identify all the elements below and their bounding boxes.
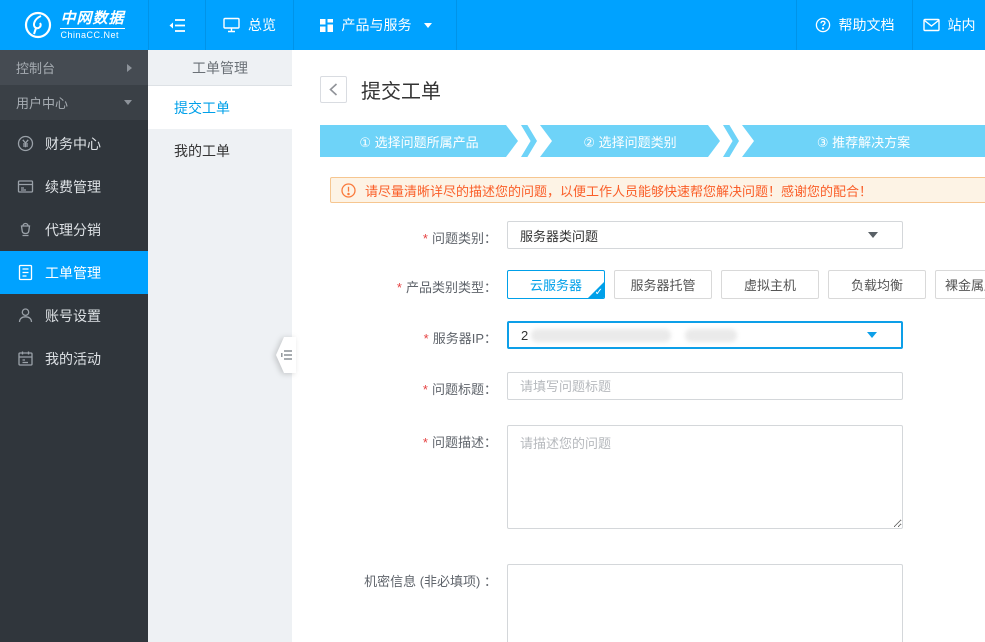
- logo-title: 中网数据: [60, 9, 125, 29]
- topbar: 中网数据 ChinaCC.Net 总览 产品与服务 帮助文档 站内: [0, 0, 985, 50]
- required-mark: *: [422, 435, 428, 450]
- category-select-value: 服务器类问题: [520, 228, 599, 244]
- sidebar-item-label: 续费管理: [45, 178, 101, 195]
- submenu-panel: 工单管理 提交工单 我的工单: [148, 50, 296, 642]
- logo-icon: [23, 10, 53, 40]
- nav-overview[interactable]: 总览: [206, 0, 294, 50]
- sidebar-group-user-center-label: 用户中心: [16, 96, 69, 111]
- collapse-handle-icon: [280, 350, 292, 360]
- warning-circle-icon: [341, 182, 356, 198]
- step-3: ③ 推荐解决方案: [742, 125, 985, 157]
- nav-overview-label: 总览: [248, 17, 276, 33]
- sidebar-item-account[interactable]: 账号设置: [0, 294, 148, 337]
- ticket-form: * 问题类别： 服务器类问题 * 产品类别类型： 云服务器 ✓ 服务器托管 虚拟…: [320, 221, 985, 642]
- nav-products[interactable]: 产品与服务: [294, 0, 457, 50]
- chevron-down-icon: [423, 22, 432, 28]
- server-ip-value: 2: [521, 327, 529, 343]
- menu-fold-icon: [169, 18, 186, 33]
- issue-description-label: * 问题描述：: [422, 435, 497, 450]
- menu-fold-button[interactable]: [149, 0, 206, 50]
- sidebar-item-label: 工单管理: [45, 264, 101, 281]
- sidebar-item-label: 账号设置: [45, 307, 101, 324]
- nav-products-label: 产品与服务: [341, 17, 412, 33]
- notice-text: 请尽量清晰详尽的描述您的问题，以便工作人员能够快速帮您解决问题！感谢您的配合！: [365, 183, 873, 199]
- logo[interactable]: 中网数据 ChinaCC.Net: [0, 0, 149, 50]
- sidebar-item-workorder[interactable]: 工单管理: [0, 251, 148, 294]
- finance-icon: [17, 135, 34, 152]
- nav-help-docs[interactable]: 帮助文档: [797, 0, 913, 50]
- calendar-icon: [17, 350, 34, 367]
- work-order-icon: [17, 264, 34, 281]
- notice-banner: 请尽量清晰详尽的描述您的问题，以便工作人员能够快速帮您解决问题！感谢您的配合！: [330, 177, 985, 203]
- product-type-virtual-host[interactable]: 虚拟主机: [721, 270, 819, 299]
- required-mark: *: [423, 331, 429, 346]
- product-type-server-hosting[interactable]: 服务器托管: [614, 270, 712, 299]
- step-arrow-icon: [521, 125, 537, 157]
- censored-blur: [685, 328, 738, 342]
- sidebar-item-label: 我的活动: [45, 350, 101, 367]
- nav-mail-label: 站内: [947, 17, 976, 33]
- billing-card-icon: [17, 178, 34, 195]
- agent-cup-icon: [17, 221, 34, 238]
- issue-title-label: * 问题标题：: [422, 382, 497, 397]
- main-content: 提交工单 ① 选择问题所属产品 ② 选择问题类别 ③ 推荐解决方案 请尽量清晰详…: [292, 50, 985, 642]
- product-type-cloud-server[interactable]: 云服务器 ✓: [507, 270, 605, 299]
- sidebar-item-agent[interactable]: 代理分销: [0, 208, 148, 251]
- issue-title-input[interactable]: [507, 372, 903, 400]
- steps-bar: ① 选择问题所属产品 ② 选择问题类别 ③ 推荐解决方案: [320, 125, 985, 157]
- submenu-header: 工单管理: [148, 50, 292, 86]
- step-1: ① 选择问题所属产品: [320, 125, 518, 157]
- required-mark: *: [422, 382, 428, 397]
- sidebar-item-activity[interactable]: 我的活动: [0, 337, 148, 380]
- required-mark: *: [422, 231, 428, 246]
- grid-icon: [319, 18, 334, 33]
- question-circle-icon: [815, 17, 831, 33]
- back-button[interactable]: [320, 75, 347, 103]
- category-select[interactable]: 服务器类问题: [507, 221, 903, 249]
- chevron-down-icon: [867, 332, 877, 338]
- chevron-right-icon: [127, 63, 132, 72]
- page-title: 提交工单: [361, 80, 441, 103]
- step-arrow-icon: [723, 125, 739, 157]
- check-icon: ✓: [594, 287, 603, 298]
- step-2: ② 选择问题类别: [540, 125, 720, 157]
- nav-site-mail[interactable]: 站内: [913, 0, 985, 50]
- issue-description-textarea[interactable]: [507, 425, 903, 529]
- sidebar-item-label: 财务中心: [45, 135, 101, 152]
- sidebar-group-user-center[interactable]: 用户中心: [0, 85, 148, 120]
- user-icon: [17, 307, 34, 324]
- envelope-icon: [922, 18, 940, 32]
- sidebar-group-console-label: 控制台: [16, 61, 56, 76]
- product-type-group: 云服务器 ✓ 服务器托管 虚拟主机 负载均衡 裸金属服务器: [507, 270, 985, 299]
- product-type-label: * 产品类别类型：: [396, 280, 497, 295]
- product-type-bare-metal[interactable]: 裸金属服务器: [935, 270, 985, 299]
- product-type-load-balancer[interactable]: 负载均衡: [828, 270, 926, 299]
- server-ip-select[interactable]: 2: [507, 321, 903, 349]
- submenu-item-submit-ticket[interactable]: 提交工单: [148, 86, 292, 129]
- sidebar-item-finance[interactable]: 财务中心: [0, 122, 148, 165]
- sidebar-item-renewal[interactable]: 续费管理: [0, 165, 148, 208]
- category-label: * 问题类别：: [422, 231, 497, 246]
- secret-info-label: 机密信息 (非必填项) ：: [364, 574, 497, 589]
- sidebar-group-console[interactable]: 控制台: [0, 50, 148, 85]
- chevron-down-icon: [124, 100, 132, 105]
- server-ip-label: * 服务器IP：: [423, 331, 497, 346]
- submenu-item-my-tickets[interactable]: 我的工单: [148, 129, 292, 172]
- required-mark: *: [396, 280, 402, 295]
- topbar-spacer: [457, 0, 797, 50]
- chevron-down-icon: [868, 232, 878, 238]
- censored-blur: [531, 328, 672, 342]
- nav-help-label: 帮助文档: [838, 17, 895, 33]
- monitor-icon: [223, 17, 240, 33]
- sidebar: 控制台 用户中心 财务中心 续费管理 代理分销 工单管理 账号设置 我的活动: [0, 50, 148, 642]
- secret-info-textarea[interactable]: [507, 564, 903, 642]
- sidebar-item-label: 代理分销: [45, 221, 101, 238]
- logo-subtitle: ChinaCC.Net: [60, 29, 120, 40]
- submenu-collapse-handle[interactable]: [276, 337, 296, 373]
